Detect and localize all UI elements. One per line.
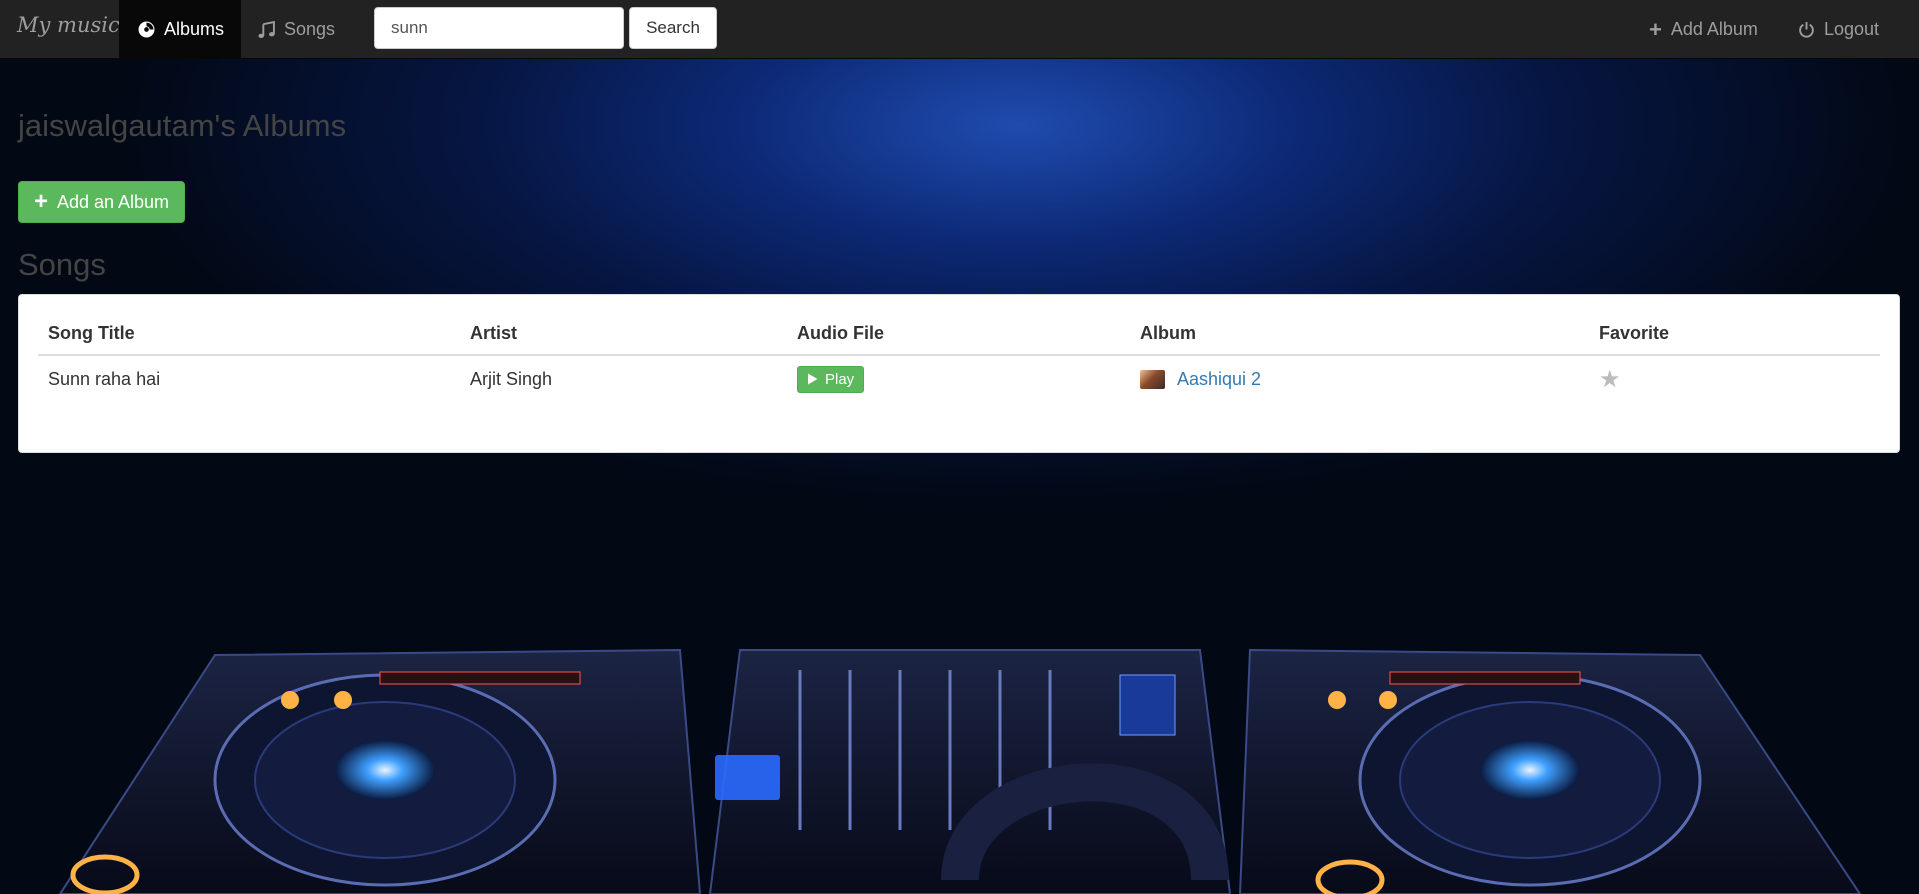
album-thumbnail[interactable]	[1140, 369, 1165, 389]
album-link[interactable]: Aashiqui 2	[1177, 369, 1261, 390]
disc-icon	[138, 21, 155, 38]
brand-logo[interactable]: My music	[17, 13, 120, 37]
power-icon	[1799, 22, 1814, 38]
header-audio-file: Audio File	[787, 313, 1130, 356]
play-label: Play	[825, 370, 855, 388]
search-input[interactable]	[374, 7, 624, 49]
songs-heading: Songs	[18, 247, 106, 282]
table-header-row: Song Title Artist Audio File Album Favor…	[38, 313, 1880, 356]
nav-albums[interactable]: Albums	[119, 0, 241, 59]
header-artist: Artist	[460, 313, 787, 356]
play-button[interactable]: Play	[797, 365, 865, 393]
audio-file-cell: Play	[787, 355, 1130, 402]
header-album: Album	[1130, 313, 1589, 356]
nav-songs-label: Songs	[284, 19, 336, 39]
favorite-cell: ★	[1589, 355, 1880, 402]
nav-add-album[interactable]: + Add Album	[1649, 0, 1758, 59]
songs-table: Song Title Artist Audio File Album Favor…	[38, 313, 1880, 402]
play-icon	[808, 373, 818, 385]
add-an-album-button[interactable]: + Add an Album	[18, 181, 185, 223]
nav-albums-label: Albums	[164, 19, 225, 39]
plus-icon: +	[1649, 16, 1662, 42]
header-favorite: Favorite	[1589, 313, 1880, 356]
plus-icon: +	[33, 188, 48, 215]
top-navbar: My music Albums Songs Search + Add Album…	[0, 0, 1919, 59]
song-title-cell: Sunn raha hai	[48, 368, 161, 389]
music-note-icon	[258, 20, 275, 38]
page-title: jaiswalgautam's Albums	[18, 108, 347, 143]
table-row: Sunn raha hai Arjit Singh Play Aashiqui …	[38, 355, 1880, 402]
artist-cell: Arjit Singh	[470, 368, 553, 389]
nav-logout[interactable]: Logout	[1798, 0, 1879, 59]
dj-deck-background	[58, 648, 1862, 894]
header-song-title: Song Title	[38, 313, 460, 356]
add-an-album-label: Add an Album	[56, 191, 170, 212]
album-cell: Aashiqui 2	[1130, 355, 1589, 402]
songs-panel: Song Title Artist Audio File Album Favor…	[18, 294, 1900, 453]
nav-songs[interactable]: Songs	[241, 0, 351, 59]
nav-add-album-label: Add Album	[1670, 19, 1758, 39]
nav-logout-label: Logout	[1824, 19, 1880, 39]
search-button[interactable]: Search	[629, 7, 717, 49]
star-icon[interactable]: ★	[1599, 366, 1621, 393]
